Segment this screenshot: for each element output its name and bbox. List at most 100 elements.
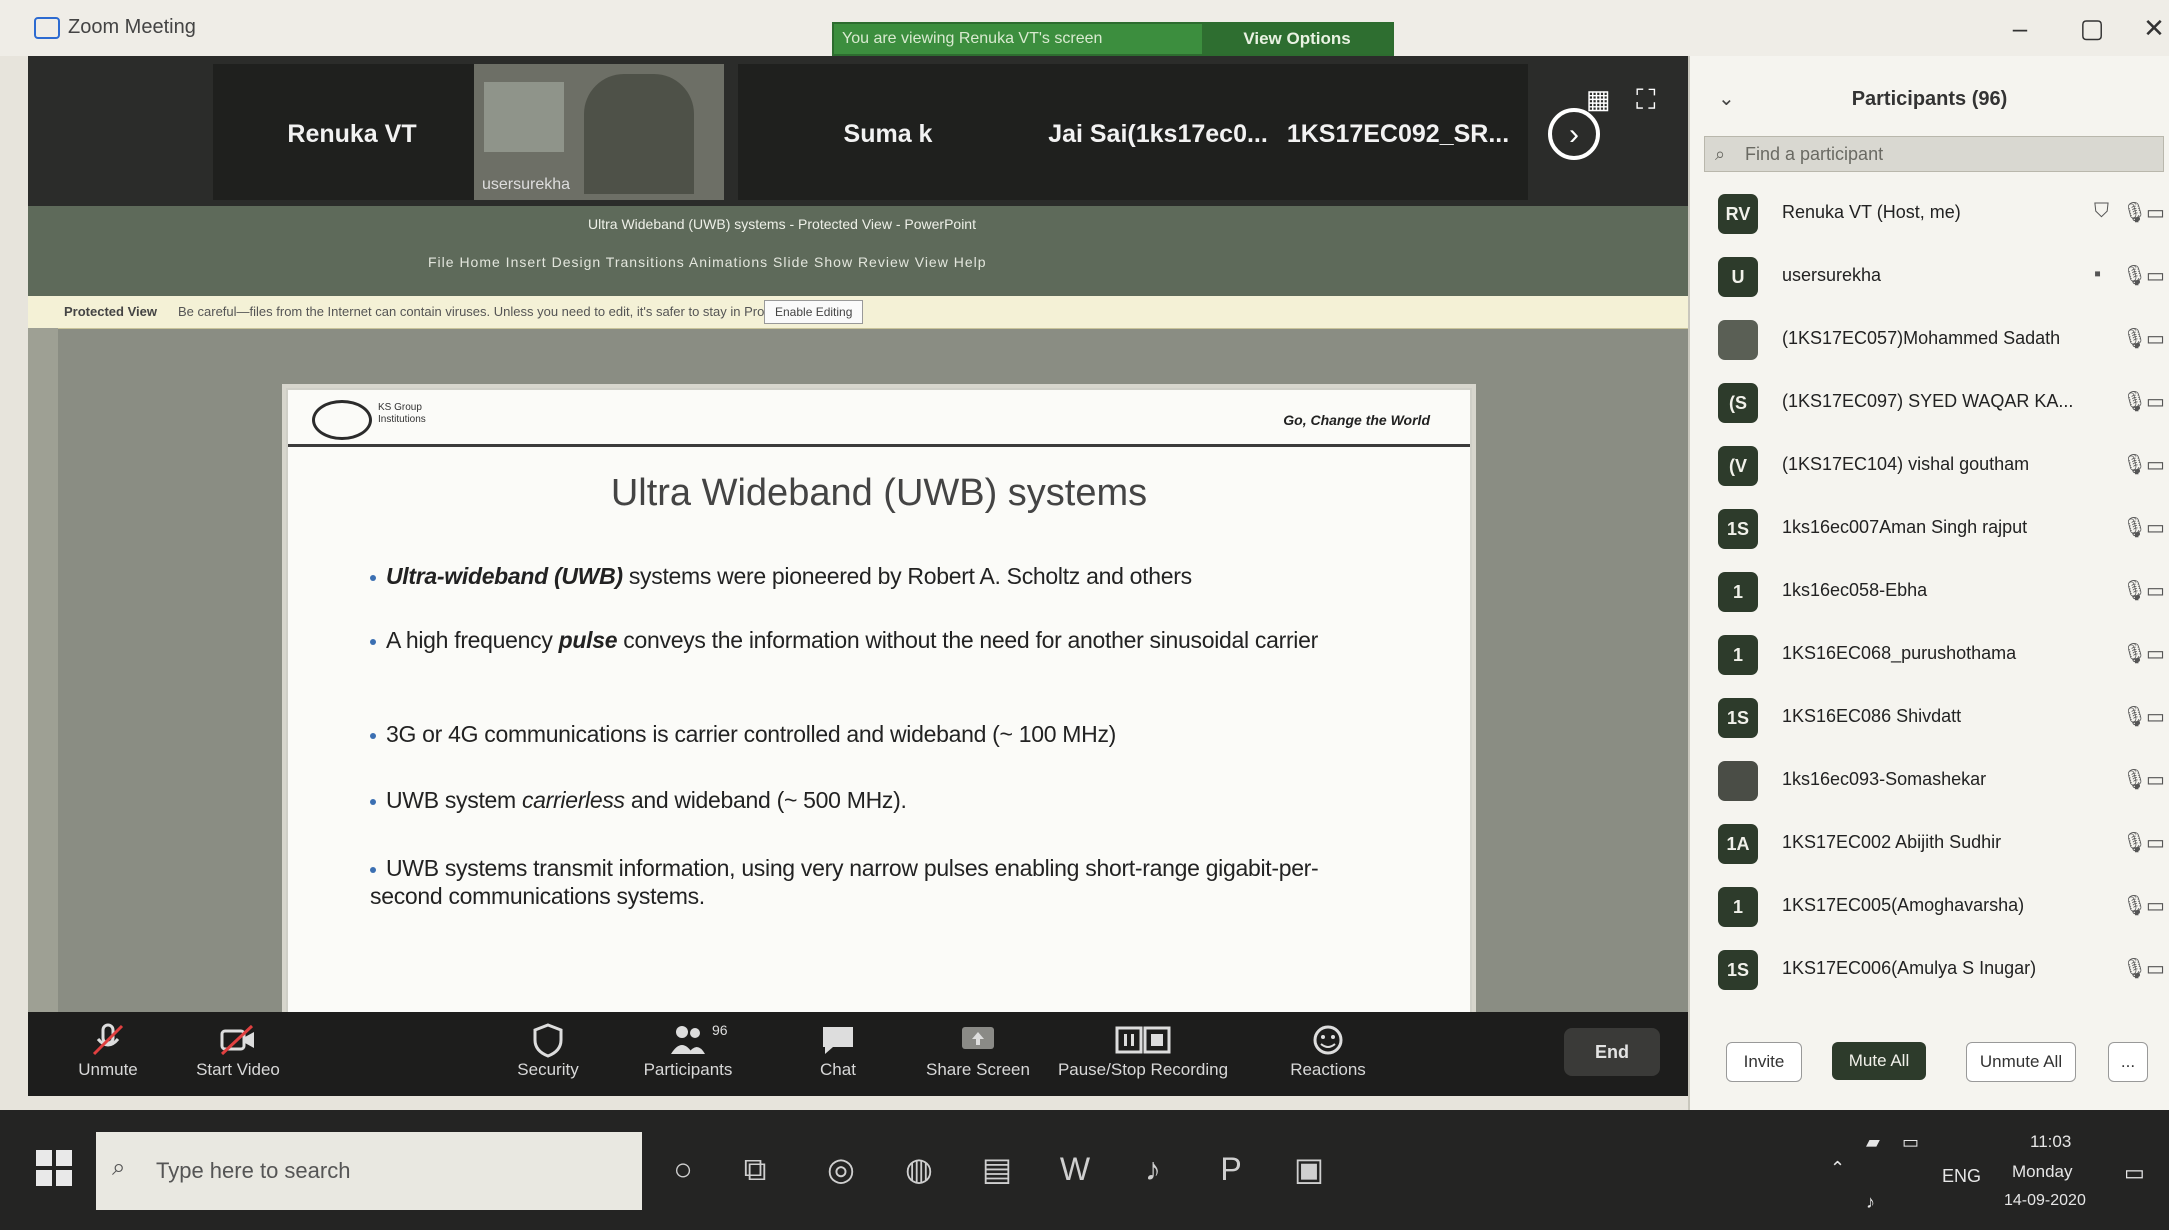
start-video-button[interactable]: Start Video — [168, 1018, 308, 1092]
taskbar-search-box[interactable]: ⌕ Type here to search — [96, 1132, 642, 1210]
invite-button[interactable]: Invite — [1726, 1042, 1802, 1082]
video-tile[interactable]: 1KS17EC092_SR... — [1268, 64, 1528, 200]
pause-stop-recording-button[interactable]: Pause/Stop Recording — [1048, 1018, 1238, 1092]
video-off-icon[interactable]: ▭ — [2146, 515, 2165, 540]
video-off-icon[interactable]: ▭ — [2146, 452, 2165, 477]
notification-icon[interactable]: ▭ — [2124, 1160, 2145, 1186]
view-options-button[interactable]: View Options — [1202, 24, 1392, 54]
volume-icon[interactable]: ♪ — [1866, 1192, 1875, 1213]
more-options-button[interactable]: ... — [2108, 1042, 2148, 1082]
video-icon[interactable]: ▭ — [2146, 263, 2165, 288]
language-indicator[interactable]: ENG — [1942, 1166, 1981, 1187]
minimize-button[interactable]: – — [1996, 10, 2044, 46]
end-meeting-button[interactable]: End — [1564, 1028, 1660, 1076]
cortana-icon[interactable]: ○ — [654, 1140, 712, 1198]
participants-panel: ⌄ Participants (96) ⌕ Find a participant… — [1688, 56, 2169, 1110]
participant-row[interactable]: (S (1KS17EC097) SYED WAQAR KA... 🎙 ▭ — [1690, 371, 2169, 433]
next-page-icon[interactable]: › — [1548, 108, 1600, 160]
microphone-muted-icon[interactable]: 🎙 — [2122, 515, 2147, 540]
windows-start-icon[interactable] — [36, 1150, 72, 1186]
microphone-muted-icon[interactable]: 🎙 — [2122, 389, 2147, 414]
clock-day[interactable]: Monday — [2012, 1162, 2072, 1182]
video-off-icon[interactable]: ▭ — [2146, 641, 2165, 666]
zoom-taskbar-icon[interactable]: ▣ — [1280, 1140, 1338, 1198]
microphone-muted-icon[interactable]: 🎙 — [2122, 767, 2147, 792]
security-button[interactable]: Security — [478, 1018, 618, 1092]
reactions-button[interactable]: Reactions — [1258, 1018, 1398, 1092]
participants-header: ⌄ Participants (96) — [1690, 56, 2169, 136]
slide-thumbnail-pane[interactable] — [28, 328, 58, 1012]
close-button[interactable]: ✕ — [2130, 10, 2169, 46]
microphone-muted-icon[interactable]: 🎙 — [2122, 893, 2147, 918]
video-tile[interactable]: Jai Sai(1ks17ec0... — [1028, 64, 1288, 200]
chat-button[interactable]: Chat — [768, 1018, 908, 1092]
participant-row[interactable]: 1A 1KS17EC002 Abijith Sudhir 🎙 ▭ — [1690, 812, 2169, 874]
participant-row[interactable]: 1S 1KS16EC086 Shivdatt 🎙 ▭ — [1690, 686, 2169, 748]
video-off-icon[interactable]: ▭ — [2146, 200, 2165, 225]
video-tile[interactable]: Suma k — [738, 64, 1038, 200]
participant-row[interactable]: 1ks16ec093-Somashekar 🎙 ▭ — [1690, 749, 2169, 811]
slide-tagline: Go, Change the World — [1283, 412, 1430, 428]
word-icon[interactable]: W — [1046, 1140, 1104, 1198]
microphone-muted-icon[interactable]: 🎙 — [2122, 956, 2147, 981]
task-view-icon[interactable]: ⧉ — [726, 1140, 784, 1198]
video-off-icon[interactable]: ▭ — [2146, 767, 2165, 792]
participant-name: (1KS17EC097) SYED WAQAR KA... — [1782, 391, 2074, 411]
video-off-icon[interactable]: ▭ — [2146, 956, 2165, 981]
file-explorer-icon[interactable]: ▤ — [968, 1140, 1026, 1198]
participant-row[interactable]: (1KS17EC057)Mohammed Sadath 🎙 ▭ — [1690, 308, 2169, 370]
pause-stop-recording-label: Pause/Stop Recording — [1057, 1060, 1229, 1079]
video-off-icon[interactable]: ▭ — [2146, 389, 2165, 414]
mute-all-button[interactable]: Mute All — [1832, 1042, 1926, 1080]
microphone-muted-icon[interactable]: 🎙 — [2122, 200, 2147, 225]
participant-row[interactable]: 1 1KS16EC068_purushothama 🎙 ▭ — [1690, 623, 2169, 685]
video-off-icon[interactable]: ▭ — [2146, 326, 2165, 351]
share-screen-button[interactable]: Share Screen — [908, 1018, 1048, 1092]
participants-button[interactable]: 96 Participants — [618, 1018, 758, 1092]
participant-search-input[interactable]: ⌕ Find a participant — [1704, 136, 2164, 172]
participant-row[interactable]: (V (1KS17EC104) vishal goutham 🎙 ▭ — [1690, 434, 2169, 496]
powerpoint-doc-title: Ultra Wideband (UWB) systems - Protected… — [588, 216, 976, 232]
microphone-muted-icon[interactable]: 🎙 — [2122, 578, 2147, 603]
video-off-icon[interactable]: ▭ — [2146, 893, 2165, 918]
chat-label: Chat — [820, 1060, 856, 1079]
fullscreen-icon[interactable]: ⛶ — [1636, 84, 1656, 117]
microphone-muted-icon[interactable]: 🎙 — [2122, 830, 2147, 855]
video-tile[interactable]: Renuka VT — [213, 64, 491, 200]
microphone-icon[interactable]: 🎙 — [2122, 263, 2147, 288]
enable-editing-button[interactable]: Enable Editing — [764, 300, 864, 324]
participant-photo — [484, 82, 564, 152]
microphone-muted-icon[interactable]: 🎙 — [2122, 326, 2147, 351]
slide-bullet: A high frequency pulse conveys the infor… — [370, 626, 1370, 654]
participant-row[interactable]: U usersurekha ▪ 🎙 ▭ — [1690, 245, 2169, 307]
video-tile[interactable]: usersurekha — [474, 64, 724, 200]
participant-row[interactable]: RV Renuka VT (Host, me) ⛉ 🎙 ▭ — [1690, 182, 2169, 244]
video-off-icon[interactable]: ▭ — [2146, 578, 2165, 603]
participant-row[interactable]: 1 1KS17EC005(Amoghavarsha) 🎙 ▭ — [1690, 875, 2169, 937]
microphone-muted-icon[interactable]: 🎙 — [2122, 704, 2147, 729]
video-off-icon[interactable]: ▭ — [2146, 704, 2165, 729]
unmute-button[interactable]: Unmute — [38, 1018, 178, 1092]
media-icon[interactable]: ♪ — [1124, 1140, 1182, 1198]
chevron-up-icon[interactable]: ⌃ — [1830, 1158, 1845, 1179]
search-icon: ⌕ — [112, 1154, 126, 1181]
chrome-icon[interactable]: ◎ — [812, 1140, 870, 1198]
browser-icon[interactable]: ◍ — [890, 1140, 948, 1198]
participant-row[interactable]: 1S 1KS17EC006(Amulya S Inugar) 🎙 ▭ — [1690, 938, 2169, 1000]
powerpoint-icon[interactable]: P — [1202, 1140, 1260, 1198]
clock-time[interactable]: 11:03 — [2030, 1132, 2071, 1152]
unmute-all-button[interactable]: Unmute All — [1966, 1042, 2076, 1082]
participant-row[interactable]: 1 1ks16ec058-Ebha 🎙 ▭ — [1690, 560, 2169, 622]
maximize-button[interactable]: ▢ — [2068, 10, 2116, 46]
display-icon[interactable]: ▭ — [1902, 1132, 1919, 1153]
avatar: 1 — [1718, 572, 1758, 612]
clock-date[interactable]: 14-09-2020 — [2004, 1192, 2086, 1210]
gallery-view-icon[interactable]: ▦ — [1586, 84, 1611, 115]
video-off-icon[interactable]: ▭ — [2146, 830, 2165, 855]
protected-view-bar: Protected View Be careful—files from the… — [28, 296, 1688, 329]
microphone-muted-icon[interactable]: 🎙 — [2122, 452, 2147, 477]
participant-row[interactable]: 1S 1ks16ec007Aman Singh rajput 🎙 ▭ — [1690, 497, 2169, 559]
network-icon[interactable]: ▰ — [1866, 1132, 1880, 1153]
powerpoint-ribbon-tabs[interactable]: File Home Insert Design Transitions Anim… — [428, 254, 987, 270]
microphone-muted-icon[interactable]: 🎙 — [2122, 641, 2147, 666]
